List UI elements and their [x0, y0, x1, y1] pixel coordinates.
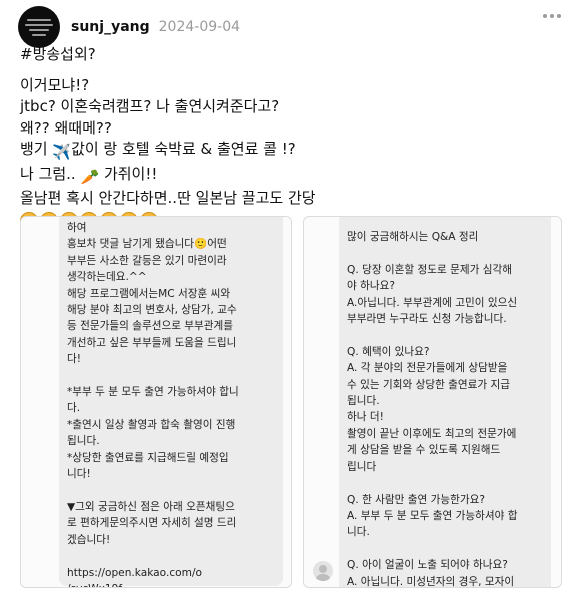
message-bubble-left: 하여 홍보차 댓글 남기게 됐습니다🙂어떤 부부든 사소한 갈등은 있기 마련이… — [59, 217, 283, 587]
message-bubble-right: 많이 궁금해하시는 Q&A 정리 Q. 당장 이혼할 정도로 문제가 심각해 야… — [339, 217, 551, 587]
post-body: #방송섭외? 이거모냐!? jtbc? 이혼숙려캠프? 나 출연시켜준다고? 왜… — [20, 44, 316, 230]
post-date: 2024-09-04 — [158, 19, 241, 35]
avatar[interactable] — [18, 6, 60, 48]
hashtag[interactable]: #방송섭외? — [20, 44, 316, 66]
username[interactable]: sunj_yang — [71, 19, 150, 35]
post-line-5-suffix: 가쥐이!! — [99, 164, 158, 183]
post-line-5-prefix: 나 그럼.. — [20, 164, 81, 183]
airplane-emoji: ✈️ — [52, 143, 72, 161]
more-dots-icon[interactable] — [543, 14, 561, 18]
screenshot-image-right[interactable]: 많이 궁금해하시는 Q&A 정리 Q. 당장 이혼할 정도로 문제가 심각해 야… — [303, 216, 562, 588]
avatar-logo — [25, 18, 53, 36]
post-line-4-prefix: 뱅기 — [20, 140, 53, 158]
post-line-4-suffix: 값이 랑 호텔 숙박료 & 출연료 콜 !? — [71, 140, 296, 158]
default-avatar-icon — [313, 561, 333, 581]
post-header: sunj_yang 2024-09-04 — [18, 6, 240, 48]
screenshot-image-left[interactable]: 하여 홍보차 댓글 남기게 됐습니다🙂어떤 부부든 사소한 갈등은 있기 마련이… — [20, 216, 292, 588]
post-line-1: 이거모냐!? — [20, 75, 90, 94]
post-line-4: 뱅기 ✈️값이 랑 호텔 숙박료 & 출연료 콜 !? — [20, 139, 316, 164]
post-line-6: 올남편 혹시 안간다하면..딴 일본남 끌고도 간당 — [20, 189, 316, 207]
carrot-emoji: 🥕 — [80, 167, 100, 186]
post-line-2: jtbc? 이혼숙려캠프? 나 출연시켜준다고? — [20, 97, 280, 115]
post-line-3: 왜?? 왜때메?? — [20, 118, 112, 137]
post-line-5: 나 그럼.. 🥕 가쥐이!! — [20, 164, 316, 189]
